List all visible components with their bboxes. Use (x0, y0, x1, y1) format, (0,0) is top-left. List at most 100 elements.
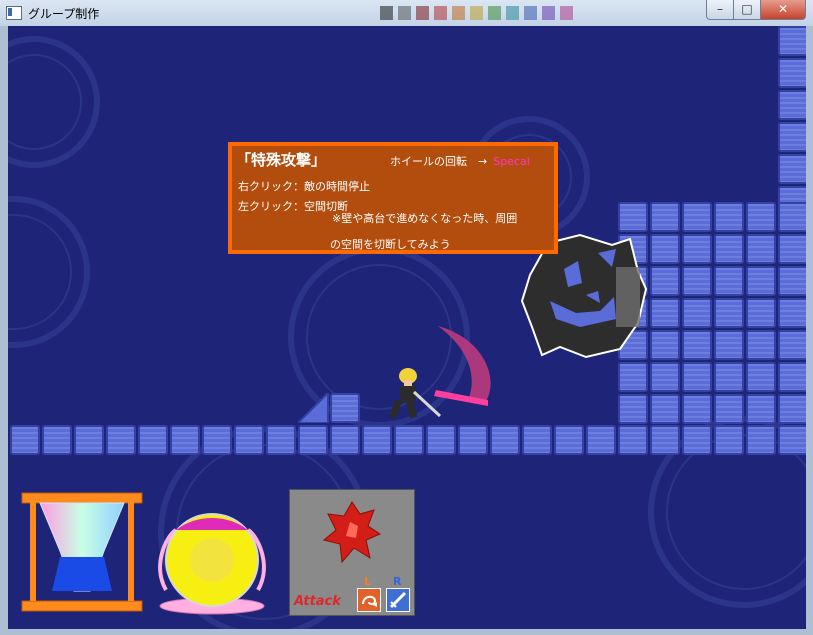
attack-panel: Attack L R (289, 489, 415, 616)
floor-tile (618, 394, 648, 424)
floor-tile (266, 425, 296, 455)
floor-tile (778, 266, 806, 296)
app-icon (6, 6, 22, 20)
floor-tile (778, 362, 806, 392)
floor-tile (778, 90, 806, 120)
floor-tile (714, 202, 744, 232)
floor-tile (778, 122, 806, 152)
floor-tile (490, 425, 520, 455)
floor-tile (778, 26, 806, 56)
floor-tile (426, 425, 456, 455)
floor-tile (650, 394, 680, 424)
right-click-instruction: 右クリック：敵の時間停止 (238, 180, 370, 193)
floor-tile (330, 425, 360, 455)
floor-tile (778, 234, 806, 264)
background-clock (8, 196, 90, 348)
floor-tile (618, 202, 648, 232)
floor-tile (714, 425, 744, 455)
floor-tile (714, 266, 744, 296)
floor-tile (618, 362, 648, 392)
floor-tile (522, 425, 552, 455)
floor-tile (714, 330, 744, 360)
palette-swatch (434, 6, 447, 20)
floor-tile (74, 425, 104, 455)
floor-tile (650, 234, 680, 264)
close-button[interactable]: ✕ (760, 0, 806, 20)
palette-swatch (506, 6, 519, 20)
floor-tile (682, 298, 712, 328)
floor-tile (682, 362, 712, 392)
floor-tile (714, 234, 744, 264)
floor-tile (682, 234, 712, 264)
floor-tile (778, 330, 806, 360)
sword-icon (389, 591, 407, 609)
floor-tile (746, 330, 776, 360)
palette-swatch (560, 6, 573, 20)
slope-tile (298, 393, 329, 423)
palette-swatch (452, 6, 465, 20)
floor-tile (714, 362, 744, 392)
window-title: グループ制作 (28, 7, 100, 21)
floor-tile (746, 234, 776, 264)
special-attack-tooltip: 「特殊攻撃」 ホイールの回転 → Specal 右クリック：敵の時間停止 左クリッ… (228, 142, 558, 254)
palette-swatch (488, 6, 501, 20)
floor-tile (458, 425, 488, 455)
floor-tile (650, 425, 680, 455)
key-r-label: R (393, 575, 402, 588)
palette-swatch (524, 6, 537, 20)
palette-swatch (542, 6, 555, 20)
color-palette (380, 6, 573, 22)
floor-tile (746, 362, 776, 392)
blood-splat-icon (322, 501, 382, 564)
floor-tile (746, 394, 776, 424)
wheel-text: ホイールの回転 → (390, 155, 488, 168)
floor-tile (778, 202, 806, 232)
floor-tile (650, 298, 680, 328)
maximize-button[interactable]: □ (733, 0, 761, 20)
palette-swatch (398, 6, 411, 20)
tooltip-note-line-2: の空間を切断してみよう (330, 238, 451, 251)
floor-tile (778, 394, 806, 424)
floor-tile (714, 394, 744, 424)
attack-label: Attack (294, 594, 341, 609)
floor-tile (298, 425, 328, 455)
floor-tile (778, 154, 806, 184)
floor-tile (778, 425, 806, 455)
floor-tile (234, 425, 264, 455)
tooltip-note-line-1: ※壁や高台で進めなくなった時、周囲 (332, 212, 518, 225)
floor-tile (394, 425, 424, 455)
special-label: Specal (493, 155, 530, 168)
game-canvas[interactable]: 「特殊攻撃」 ホイールの回転 → Specal 右クリック：敵の時間停止 左クリッ… (8, 26, 806, 629)
floor-tile (650, 330, 680, 360)
floor-tile (778, 298, 806, 328)
floor-tile (682, 394, 712, 424)
key-l-label: L (364, 575, 372, 588)
floor-tile (202, 425, 232, 455)
floor-tile (586, 425, 616, 455)
title-bar[interactable]: グループ制作 – □ ✕ (0, 0, 813, 26)
floor-tile (170, 425, 200, 455)
floor-tile (682, 425, 712, 455)
floor-tile (650, 202, 680, 232)
palette-swatch (380, 6, 393, 20)
player-character (389, 368, 442, 419)
tooltip-title: 「特殊攻撃」 (236, 151, 327, 169)
floor-tile (714, 298, 744, 328)
palette-swatch (470, 6, 483, 20)
left-action-button[interactable] (357, 588, 381, 612)
energy-orb-gauge (158, 513, 266, 615)
minimize-button[interactable]: – (706, 0, 734, 20)
right-action-button[interactable] (386, 588, 410, 612)
floor-tile (650, 266, 680, 296)
floor-tile (554, 425, 584, 455)
floor-tile (682, 266, 712, 296)
floor-tile (362, 425, 392, 455)
game-window: グループ制作 – □ ✕ 「特殊攻撃」 ホイールの回転 → Specal 右クリ… (0, 0, 813, 635)
floor-tile (42, 425, 72, 455)
background-clock (8, 36, 100, 168)
swirl-icon (362, 595, 377, 607)
floor-tile (330, 393, 360, 423)
floor-tile (746, 202, 776, 232)
wheel-instruction: ホイールの回転 → Specal (390, 153, 530, 169)
floor-tile (106, 425, 136, 455)
